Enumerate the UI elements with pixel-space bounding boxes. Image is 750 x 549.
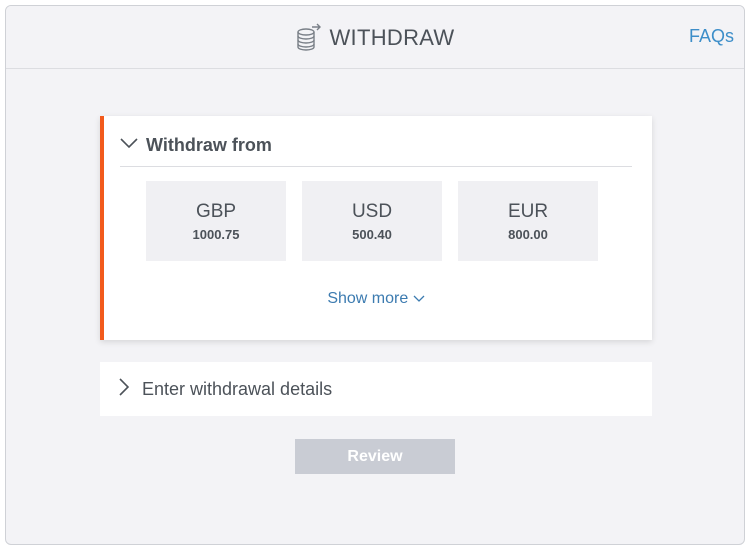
chevron-right-icon bbox=[118, 377, 130, 401]
withdraw-from-toggle[interactable]: Withdraw from bbox=[120, 132, 272, 158]
page-title: WITHDRAW bbox=[6, 6, 744, 69]
review-button[interactable]: Review bbox=[295, 439, 455, 474]
show-more-label: Show more bbox=[327, 290, 409, 307]
chevron-down-icon bbox=[413, 290, 425, 307]
withdrawal-details-section[interactable]: Enter withdrawal details bbox=[100, 362, 652, 416]
show-more-button[interactable]: Show more bbox=[100, 290, 652, 308]
currency-code: GBP bbox=[195, 200, 237, 222]
account-list: GBP 1000.75 USD 500.40 EUR 800.00 bbox=[146, 181, 598, 261]
page-title-text: WITHDRAW bbox=[329, 24, 455, 50]
currency-balance: 800.00 bbox=[508, 226, 548, 242]
currency-balance: 1000.75 bbox=[192, 226, 240, 242]
withdraw-from-panel: Withdraw from GBP 1000.75 USD 500.40 EUR… bbox=[100, 116, 652, 340]
divider bbox=[120, 166, 632, 167]
account-usd[interactable]: USD 500.40 bbox=[302, 181, 442, 261]
currency-balance: 500.40 bbox=[352, 226, 392, 242]
withdraw-window: WITHDRAW FAQs Withdraw from GBP 1000.75 … bbox=[5, 5, 745, 545]
currency-code: EUR bbox=[507, 200, 549, 222]
faqs-link[interactable]: FAQs bbox=[689, 26, 734, 47]
withdraw-from-heading: Withdraw from bbox=[146, 134, 272, 155]
account-gbp[interactable]: GBP 1000.75 bbox=[146, 181, 286, 261]
coins-icon bbox=[295, 23, 323, 53]
currency-code: USD bbox=[351, 200, 393, 222]
chevron-down-icon bbox=[120, 136, 138, 154]
withdrawal-details-label: Enter withdrawal details bbox=[142, 378, 333, 399]
account-eur[interactable]: EUR 800.00 bbox=[458, 181, 598, 261]
header-bar: WITHDRAW FAQs bbox=[6, 6, 744, 69]
